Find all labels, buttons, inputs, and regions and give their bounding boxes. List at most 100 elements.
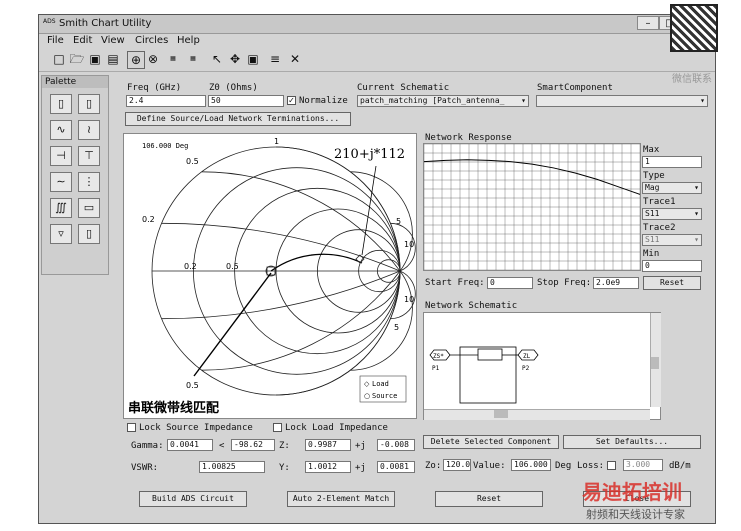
minimize-button[interactable]: – [637, 16, 659, 30]
smith-chart[interactable]: 106.000 Deg 0.5 1 0.2 0.2 0.5 5 10 10 5 … [124, 134, 416, 418]
set-defaults-button[interactable]: Set Defaults... [563, 435, 701, 449]
define-terminations-button[interactable]: Define Source/Load Network Terminations.… [125, 112, 351, 126]
gamma-label: Gamma: [131, 441, 164, 451]
smith-chart-panel[interactable]: 106.000 Deg 0.5 1 0.2 0.2 0.5 5 10 10 5 … [123, 133, 417, 419]
y-j-label: +j [355, 463, 366, 473]
impedance-trajectory [270, 253, 363, 272]
chart-option-icon[interactable]: ▦ [165, 51, 181, 67]
port2-label: ZL [523, 353, 531, 360]
normalize-checkbox[interactable]: ✓ [287, 96, 296, 105]
lock-load-label: Lock Load Impedance [285, 423, 388, 433]
schematic-panel[interactable]: ZS* P1 ZL P2 [423, 312, 661, 420]
schematic-vscroll-thumb[interactable] [651, 357, 659, 369]
current-schematic-label: Current Schematic [357, 83, 450, 93]
response-plot-panel [423, 143, 641, 271]
palette-shunt-line-icon[interactable]: ▯ [78, 94, 100, 114]
palette-series-capacitor-icon[interactable]: ⊣ [50, 146, 72, 166]
pointer-icon[interactable]: ↖ [209, 51, 225, 67]
z0-input[interactable]: 50 [208, 95, 284, 107]
menu-bar: File Edit View Circles Help [39, 34, 715, 48]
gamma-mag-field: 0.0041 [167, 439, 213, 451]
type-label: Type [643, 171, 665, 181]
brand-watermark: 易迪拓培训 [582, 480, 682, 504]
menu-help[interactable]: Help [177, 35, 200, 46]
print-icon[interactable]: ▤ [105, 51, 121, 67]
zo-input[interactable]: 120.0 [443, 459, 471, 471]
trace1-label: Trace1 [643, 197, 676, 207]
label-5-bottom: 5 [394, 323, 399, 332]
z-label: Z: [279, 441, 290, 451]
lock-load-checkbox[interactable] [273, 423, 282, 432]
palette-shunt-inductor-icon[interactable]: ≀ [78, 120, 100, 140]
freq-input[interactable]: 2.4 [126, 95, 206, 107]
loss-input[interactable]: 3.000 [623, 459, 663, 471]
new-icon[interactable]: □ [51, 51, 67, 67]
current-schematic-select[interactable]: patch_matching [Patch_antenna_ [357, 95, 529, 107]
align-icon[interactable]: ≡ [267, 51, 283, 67]
gamma-angle-symbol: < [219, 441, 225, 451]
vswr-label: VSWR: [131, 463, 159, 473]
palette-load-icon[interactable]: ▯ [78, 224, 100, 244]
smart-component-select[interactable] [536, 95, 708, 107]
normalize-label: Normalize [299, 96, 348, 106]
save-icon[interactable]: ▣ [87, 51, 103, 67]
response-reset-button[interactable]: Reset [643, 276, 701, 290]
palette-short-stub-icon[interactable]: ▿ [50, 224, 72, 244]
caption-pointer [193, 272, 272, 377]
menu-view[interactable]: View [101, 35, 125, 46]
label-0.2-left: 0.2 [142, 215, 155, 224]
build-ads-circuit-button[interactable]: Build ADS Circuit [139, 491, 247, 507]
legend-load-icon: ◇ [364, 380, 370, 388]
palette-series-inductor-icon[interactable]: ∿ [50, 120, 72, 140]
loss-checkbox[interactable] [607, 461, 616, 470]
start-freq-input[interactable]: 0 [487, 277, 533, 289]
vswr-field: 1.00825 [199, 461, 265, 473]
value-input[interactable]: 106.000 [511, 459, 551, 471]
legend-load-label: Load [372, 380, 389, 388]
min-input[interactable]: 0 [642, 260, 702, 272]
smith-chart-window: ADS Smith Chart Utility – □ ✕ File Edit … [38, 14, 716, 524]
menu-file[interactable]: File [47, 35, 64, 46]
palette-series-resistor-icon[interactable]: ∼ [50, 172, 72, 192]
type-select[interactable]: Mag [642, 182, 702, 194]
freq-label: Freq (GHz) [127, 83, 182, 93]
transmission-line-symbol [477, 348, 503, 361]
palette-series-line-icon[interactable]: ▯ [50, 94, 72, 114]
smith-y-icon[interactable]: ⊗ [145, 51, 161, 67]
trace1-select[interactable]: S11 [642, 208, 702, 220]
deg-label: 106.000 Deg [142, 142, 188, 150]
move-icon[interactable]: ✥ [227, 51, 243, 67]
palette-open-stub-icon[interactable]: ▭ [78, 198, 100, 218]
smart-component-label: SmartComponent [537, 83, 613, 93]
open-icon[interactable]: 🗁 [69, 51, 85, 67]
start-freq-label: Start Freq: [425, 278, 485, 288]
menu-circles[interactable]: Circles [135, 35, 168, 46]
palette-transformer-icon[interactable]: ∭ [50, 198, 72, 218]
toolbar: □ 🗁 ▣ ▤ ⊕ ⊗ ▦ ▦ ↖ ✥ ▣ ≡ ✕ [39, 49, 715, 72]
z-imag-field: -0.008 [377, 439, 415, 451]
schematic-hscroll-thumb[interactable] [494, 410, 508, 418]
loss-unit: dB/m [669, 461, 691, 471]
z0-label: Z0 (Ohms) [209, 83, 258, 93]
delete-icon[interactable]: ✕ [287, 51, 303, 67]
title-bar: ADS Smith Chart Utility – □ ✕ [39, 15, 715, 34]
chart-option2-icon[interactable]: ▦ [185, 51, 201, 67]
schematic-hscrollbar[interactable] [424, 409, 650, 420]
caption-text: 串联微带线匹配 [128, 400, 219, 416]
loss-label: Loss: [577, 461, 605, 471]
auto-match-button[interactable]: Auto 2-Element Match [287, 491, 395, 507]
menu-edit[interactable]: Edit [73, 35, 92, 46]
zoom-icon[interactable]: ▣ [245, 51, 261, 67]
max-label: Max [643, 145, 660, 155]
stop-freq-input[interactable]: 2.0e9 [593, 277, 639, 289]
smith-z-icon[interactable]: ⊕ [127, 51, 145, 69]
palette-shunt-resistor-icon[interactable]: ⋮ [78, 172, 100, 192]
delete-component-button[interactable]: Delete Selected Component [423, 435, 559, 449]
lock-source-checkbox[interactable] [127, 423, 136, 432]
palette-shunt-capacitor-icon[interactable]: ⊤ [78, 146, 100, 166]
max-input[interactable]: 1 [642, 156, 702, 168]
reset-button[interactable]: Reset [435, 491, 543, 507]
label-1-top: 1 [274, 137, 279, 146]
trace2-select[interactable]: S11 [642, 234, 702, 246]
y-imag-field: 0.0081 [377, 461, 415, 473]
